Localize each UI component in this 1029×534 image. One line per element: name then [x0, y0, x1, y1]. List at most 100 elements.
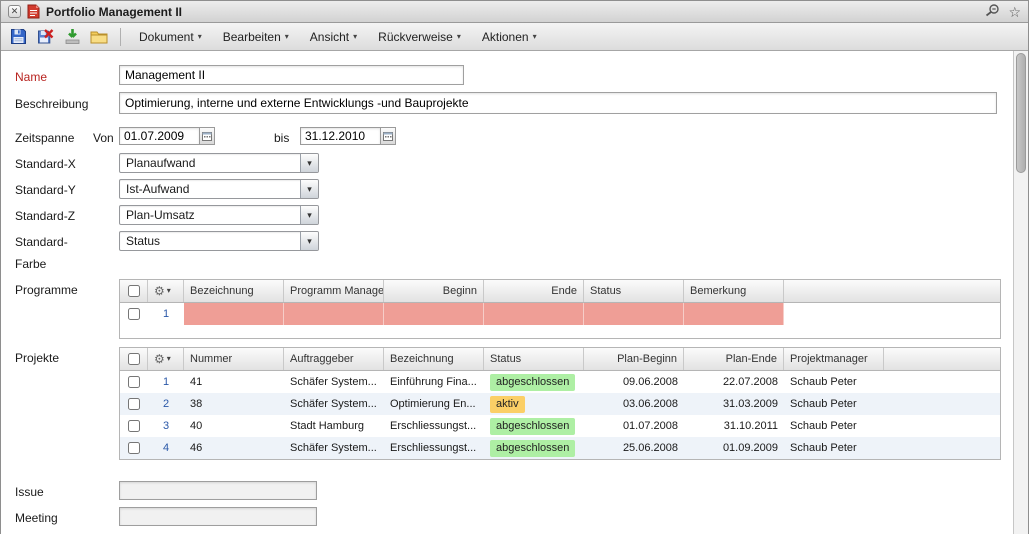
select-all-cell: [120, 280, 148, 302]
form-content: Name Beschreibung Zeitspanne Von bis Sta…: [1, 51, 1028, 534]
col-header-status[interactable]: Status: [484, 348, 584, 370]
chevron-down-icon: ▾: [353, 33, 357, 41]
close-button[interactable]: ✕: [8, 5, 21, 18]
cell-auftraggeber: Schäfer System...: [284, 437, 384, 459]
empty-cell: [284, 303, 384, 325]
dropdown-button[interactable]: ▾: [300, 206, 318, 224]
menu-label: Rückverweise: [378, 30, 453, 44]
row-index-link[interactable]: 1: [148, 303, 184, 325]
menu-label: Ansicht: [310, 30, 349, 44]
cell-plan-beginn: 03.06.2008: [584, 393, 684, 415]
name-input[interactable]: [119, 65, 464, 85]
col-header-ende[interactable]: Ende: [484, 280, 584, 302]
row-checkbox[interactable]: [128, 398, 140, 410]
col-header-bemerkung[interactable]: Bemerkung: [684, 280, 784, 302]
projekte-row[interactable]: 4 46 Schäfer System... Erschliessungst..…: [120, 437, 1000, 459]
col-header-beginn[interactable]: Beginn: [384, 280, 484, 302]
dropdown-button[interactable]: ▾: [300, 154, 318, 172]
cell-auftraggeber: Stadt Hamburg: [284, 415, 384, 437]
chevron-down-icon: ▾: [457, 33, 461, 41]
bis-date-input[interactable]: [300, 127, 381, 145]
menu-ansicht[interactable]: Ansicht ▾: [302, 27, 365, 47]
status-badge: abgeschlossen: [490, 440, 575, 457]
col-header-plan-beginn[interactable]: Plan-Beginn: [584, 348, 684, 370]
row-index-link[interactable]: 1: [148, 371, 184, 393]
row-checkbox[interactable]: [128, 308, 140, 320]
standard-farbe-label-line2: Farbe: [15, 257, 46, 271]
save-button[interactable]: [7, 26, 29, 48]
row-index-link[interactable]: 4: [148, 437, 184, 459]
col-header-auftraggeber[interactable]: Auftraggeber: [284, 348, 384, 370]
row-index-link[interactable]: 3: [148, 415, 184, 437]
cell-bezeichnung: Optimierung En...: [384, 393, 484, 415]
projekte-row[interactable]: 2 38 Schäfer System... Optimierung En...…: [120, 393, 1000, 415]
name-label: Name: [15, 70, 47, 84]
von-calendar-button[interactable]: [200, 127, 215, 145]
beschreibung-input[interactable]: [119, 92, 997, 114]
row-checkbox[interactable]: [128, 442, 140, 454]
cell-nummer: 40: [184, 415, 284, 437]
standard-z-select[interactable]: Plan-Umsatz ▾: [119, 205, 319, 225]
zeitspanne-label: Zeitspanne: [15, 131, 74, 145]
row-checkbox[interactable]: [128, 420, 140, 432]
row-index-link[interactable]: 2: [148, 393, 184, 415]
col-header-bezeichnung[interactable]: Bezeichnung: [384, 348, 484, 370]
toolbar: Dokument▾ Bearbeiten▾ Ansicht ▾ Rückverwe…: [1, 23, 1028, 51]
cell-plan-ende: 22.07.2008: [684, 371, 784, 393]
programme-row[interactable]: 1: [120, 303, 1000, 325]
cell-auftraggeber: Schäfer System...: [284, 393, 384, 415]
meeting-input[interactable]: [119, 507, 317, 526]
cell-nummer: 41: [184, 371, 284, 393]
selected-value: Ist-Aufwand: [120, 182, 300, 196]
issue-label: Issue: [15, 485, 44, 499]
col-header-bezeichnung[interactable]: Bezeichnung: [184, 280, 284, 302]
cell-filler: [884, 371, 1000, 393]
col-header-status[interactable]: Status: [584, 280, 684, 302]
magnifier-icon[interactable]: [985, 3, 1000, 20]
programme-table: ⚙▾ Bezeichnung Programm Manager Beginn E…: [119, 279, 1001, 339]
cell-status: abgeschlossen: [484, 371, 584, 393]
menu-dokument[interactable]: Dokument▾: [131, 27, 210, 47]
projekte-row[interactable]: 1 41 Schäfer System... Einführung Fina..…: [120, 371, 1000, 393]
save-cancel-button[interactable]: [34, 26, 56, 48]
programme-label: Programme: [15, 283, 78, 297]
cell-status: abgeschlossen: [484, 437, 584, 459]
standard-farbe-label-line1: Standard-: [15, 235, 68, 249]
von-date-input[interactable]: [119, 127, 200, 145]
empty-cell: [484, 303, 584, 325]
cell-plan-ende: 31.03.2009: [684, 393, 784, 415]
select-all-cell: [120, 348, 148, 370]
col-header-plan-ende[interactable]: Plan-Ende: [684, 348, 784, 370]
import-button[interactable]: [61, 26, 83, 48]
selected-value: Planaufwand: [120, 156, 300, 170]
table-menu-cell[interactable]: ⚙▾: [148, 280, 184, 302]
menu-aktionen[interactable]: Aktionen▾: [474, 27, 545, 47]
cell-nummer: 46: [184, 437, 284, 459]
dropdown-button[interactable]: ▾: [300, 180, 318, 198]
menu-bearbeiten[interactable]: Bearbeiten▾: [215, 27, 297, 47]
select-all-checkbox[interactable]: [128, 353, 140, 365]
cell-filler: [884, 393, 1000, 415]
col-header-projektmanager[interactable]: Projektmanager: [784, 348, 884, 370]
cell-status: aktiv: [484, 393, 584, 415]
status-badge: abgeschlossen: [490, 374, 575, 391]
col-header-nummer[interactable]: Nummer: [184, 348, 284, 370]
bis-calendar-button[interactable]: [381, 127, 396, 145]
standard-farbe-select[interactable]: Status ▾: [119, 231, 319, 251]
select-all-checkbox[interactable]: [128, 285, 140, 297]
standard-y-select[interactable]: Ist-Aufwand ▾: [119, 179, 319, 199]
standard-x-select[interactable]: Planaufwand ▾: [119, 153, 319, 173]
favorite-star-icon[interactable]: ☆: [1008, 5, 1021, 19]
vertical-scrollbar[interactable]: [1013, 51, 1028, 534]
folder-icon[interactable]: [88, 26, 110, 48]
scrollbar-thumb[interactable]: [1016, 53, 1026, 173]
cell-projektmanager: Schaub Peter: [784, 371, 884, 393]
row-checkbox[interactable]: [128, 376, 140, 388]
menu-rueckverweise[interactable]: Rückverweise ▾: [370, 27, 469, 47]
app-window: ✕ Portfolio Management II ☆ Dokument▾ Be…: [0, 0, 1029, 534]
issue-input[interactable]: [119, 481, 317, 500]
projekte-row[interactable]: 3 40 Stadt Hamburg Erschliessungst... ab…: [120, 415, 1000, 437]
dropdown-button[interactable]: ▾: [300, 232, 318, 250]
col-header-programm-manager[interactable]: Programm Manager: [284, 280, 384, 302]
table-menu-cell[interactable]: ⚙▾: [148, 348, 184, 370]
